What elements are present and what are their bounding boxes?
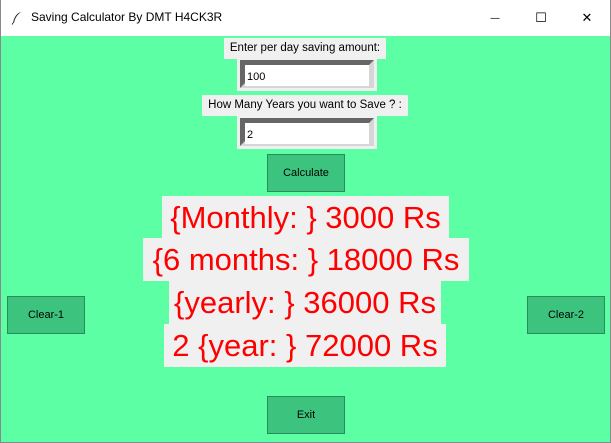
per-day-input[interactable] [245, 68, 369, 86]
years-entry-frame [237, 115, 377, 149]
close-icon: ✕ [581, 10, 593, 26]
maximize-icon: ☐ [535, 10, 547, 26]
yearly-result: {yearly: } 36000 Rs [169, 281, 441, 324]
app-window: Saving Calculator By DMT H4CK3R — ☐ ✕ En… [0, 0, 611, 443]
per-day-label: Enter per day saving amount: [224, 38, 386, 59]
exit-button[interactable]: Exit [267, 396, 345, 434]
years-total-result: 2 {year: } 72000 Rs [164, 324, 446, 367]
close-button[interactable]: ✕ [564, 0, 610, 36]
clear-1-button[interactable]: Clear-1 [7, 296, 85, 334]
years-entry-border [240, 118, 374, 146]
minimize-icon: — [490, 12, 500, 24]
window-title: Saving Calculator By DMT H4CK3R [31, 10, 223, 24]
years-input[interactable] [245, 126, 369, 144]
feather-icon [11, 12, 21, 25]
calculate-button[interactable]: Calculate [267, 154, 345, 192]
per-day-entry-border [240, 60, 374, 88]
six-months-result: {6 months: } 18000 Rs [143, 238, 469, 281]
maximize-button[interactable]: ☐ [518, 0, 564, 36]
title-bar[interactable]: Saving Calculator By DMT H4CK3R — ☐ ✕ [1, 0, 610, 36]
years-label: How Many Years you want to Save ? : [202, 95, 408, 116]
minimize-button[interactable]: — [472, 0, 518, 36]
per-day-entry-frame [237, 57, 377, 91]
monthly-result: {Monthly: } 3000 Rs [162, 196, 449, 239]
clear-2-button[interactable]: Clear-2 [527, 296, 605, 334]
main-panel: Enter per day saving amount: How Many Ye… [1, 36, 610, 442]
